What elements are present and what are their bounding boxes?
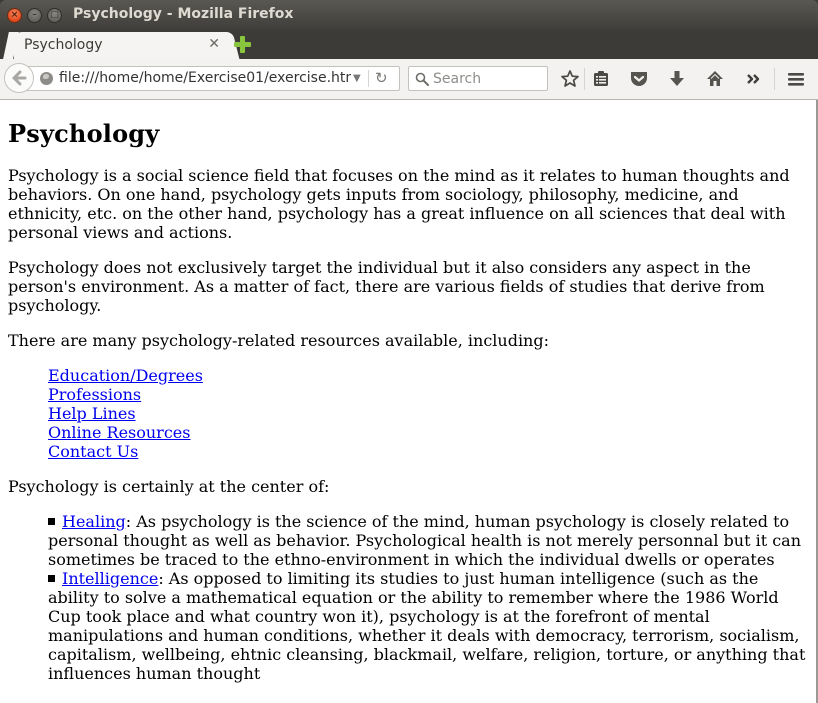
search-icon	[415, 72, 429, 86]
environment-paragraph: Psychology does not exclusively target t…	[8, 258, 765, 315]
download-icon[interactable]	[667, 69, 687, 89]
window-close-button[interactable]: ×	[7, 8, 22, 23]
list-item-healing: Healing: As psychology is the science of…	[48, 512, 808, 569]
bookmark-star-icon[interactable]	[560, 69, 580, 89]
home-icon[interactable]	[705, 69, 725, 89]
link-intelligence[interactable]: Intelligence	[62, 569, 158, 588]
maximize-icon: □	[50, 10, 59, 20]
link-professions[interactable]: Professions	[48, 385, 141, 404]
new-tab-button[interactable]	[234, 36, 251, 53]
search-input[interactable]	[433, 69, 543, 88]
url-separator	[368, 70, 369, 87]
back-button[interactable]	[4, 63, 34, 93]
reading-list-icon[interactable]	[591, 69, 611, 89]
search-bar[interactable]	[408, 66, 548, 91]
toolbar-separator	[774, 68, 775, 90]
navigation-toolbar: file:///home/home/Exercise01/exercise.ht…	[0, 59, 818, 100]
tab-close-icon[interactable]: ✕	[208, 36, 220, 52]
healing-description: : As psychology is the science of the mi…	[48, 512, 802, 569]
window-maximize-button[interactable]: □	[47, 8, 62, 23]
resource-links-list: Education/Degrees Professions Help Lines…	[8, 366, 808, 461]
dropdown-icon[interactable]: ▼	[353, 70, 361, 88]
globe-icon	[40, 72, 53, 85]
window-titlebar: × – □ Psychology - Mozilla Firefox	[0, 0, 818, 30]
link-help-lines[interactable]: Help Lines	[48, 404, 136, 423]
link-online-resources[interactable]: Online Resources	[48, 423, 190, 442]
link-healing[interactable]: Healing	[62, 512, 126, 531]
page-title: Psychology	[8, 119, 160, 148]
center-topics-list: Healing: As psychology is the science of…	[8, 512, 808, 683]
close-icon: ×	[10, 10, 19, 20]
tab-psychology[interactable]: Psychology ✕	[14, 32, 228, 59]
overflow-icon[interactable]	[744, 69, 764, 89]
resources-intro: There are many psychology-related resour…	[8, 331, 549, 350]
window-minimize-button[interactable]: –	[27, 8, 42, 23]
link-education-degrees[interactable]: Education/Degrees	[48, 366, 203, 385]
reload-icon[interactable]: ↻	[375, 69, 388, 87]
menu-icon[interactable]	[786, 69, 806, 89]
square-bullet-icon	[48, 518, 55, 525]
pocket-icon[interactable]	[629, 69, 649, 89]
toolbar-separator	[584, 68, 585, 90]
minimize-icon: –	[32, 10, 37, 20]
intelligence-description: : As opposed to limiting its studies to …	[48, 569, 806, 683]
tab-strip: Psychology ✕	[0, 30, 818, 59]
tab-label: Psychology	[24, 37, 103, 53]
link-contact-us[interactable]: Contact Us	[48, 442, 138, 461]
window-title: Psychology - Mozilla Firefox	[73, 6, 294, 22]
list-item-intelligence: Intelligence: As opposed to limiting its…	[48, 569, 808, 683]
intro-paragraph: Psychology is a social science field tha…	[8, 166, 790, 242]
url-bar[interactable]: file:///home/home/Exercise01/exercise.ht…	[22, 66, 400, 91]
back-icon	[12, 70, 27, 86]
center-intro: Psychology is certainly at the center of…	[8, 477, 330, 496]
square-bullet-icon	[48, 575, 55, 582]
page-content: Psychology Psychology is a social scienc…	[0, 100, 818, 703]
url-text[interactable]: file:///home/home/Exercise01/exercise.ht…	[59, 70, 351, 86]
